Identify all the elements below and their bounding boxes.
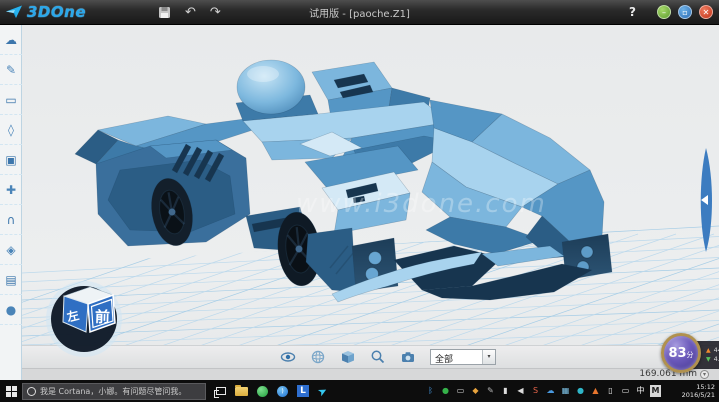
download-arrow-icon: ▼ bbox=[706, 356, 711, 363]
3done-window: 3DOne ↶ ↷ 试用版 - [paoche.Z1] ? – ▫ ✕ ☁ ✎ … bbox=[0, 0, 719, 402]
surface-icon: ◈ bbox=[6, 243, 15, 257]
chevron-down-icon[interactable]: ▾ bbox=[482, 350, 495, 364]
upload-arrow-icon: ▲ bbox=[706, 347, 711, 354]
tray-display-icon[interactable]: ▭ bbox=[455, 385, 466, 397]
measure-toggle-icon[interactable]: ▾ bbox=[700, 370, 709, 379]
cube-icon: ▣ bbox=[5, 153, 16, 167]
upload-speed: 44.0K/s bbox=[714, 347, 719, 354]
performance-score: 83 bbox=[668, 346, 686, 361]
tray-green-ball-icon[interactable]: ● bbox=[440, 385, 451, 397]
zoom-magnifier-icon[interactable] bbox=[370, 349, 386, 365]
tray-battery-icon[interactable]: ▮ bbox=[500, 385, 511, 397]
tool-sidebar: ☁ ✎ ▭ ◊ ▣ ✚ ∩ ◈ ▤ ● bbox=[0, 25, 22, 380]
windows-logo-icon bbox=[6, 386, 17, 397]
start-button[interactable] bbox=[0, 380, 22, 402]
tray-sogou-icon[interactable]: S bbox=[530, 385, 541, 397]
tray-chat-icon[interactable]: ▭ bbox=[620, 385, 631, 397]
3done-app-icon[interactable]: ➤ bbox=[315, 383, 329, 399]
magnet-icon: ∩ bbox=[7, 213, 16, 227]
performance-score-ball[interactable]: 83 分 bbox=[661, 333, 701, 373]
sidebar-item-snap[interactable]: ∩ bbox=[0, 205, 22, 235]
pencil-icon: ✎ bbox=[6, 63, 16, 77]
tray-security-icon[interactable]: ◆ bbox=[470, 385, 481, 397]
nav-cube-front-label[interactable]: 前 bbox=[95, 308, 111, 327]
display-filter-value: 全部 bbox=[431, 350, 482, 364]
help-button[interactable]: ? bbox=[629, 5, 636, 19]
panel-handle[interactable] bbox=[701, 148, 712, 252]
l-app-icon[interactable]: L bbox=[297, 385, 309, 397]
sidebar-item-special-shape[interactable]: ◈ bbox=[0, 235, 22, 265]
window-controls: ? – ▫ ✕ bbox=[629, 5, 713, 19]
windows-taskbar: 我是 Cortana，小娜。有问题尽管问我。 ) L ➤ ᛒ ● ▭ ◆ ✎ ▮… bbox=[0, 380, 719, 402]
cortana-icon bbox=[27, 387, 36, 396]
sidebar-item-eraser[interactable]: ◊ bbox=[0, 115, 22, 145]
status-strip bbox=[22, 368, 719, 380]
plane-icon: ▭ bbox=[5, 93, 16, 107]
restore-button[interactable]: ▫ bbox=[678, 5, 692, 19]
close-button[interactable]: ✕ bbox=[699, 5, 713, 19]
tray-volume-icon[interactable]: ◀ bbox=[515, 385, 526, 397]
tray-globe-icon[interactable]: ● bbox=[575, 385, 586, 397]
scene-canvas: www.i3done.com 前 左 bbox=[22, 25, 719, 380]
taskbar-apps: ) L ➤ bbox=[216, 385, 327, 398]
sidebar-item-render[interactable]: ● bbox=[0, 295, 22, 325]
file-explorer-icon[interactable] bbox=[235, 387, 248, 396]
tray-photo-icon[interactable]: ▦ bbox=[560, 385, 571, 397]
cortana-prompt: 我是 Cortana，小娜。有问题尽管问我。 bbox=[40, 386, 186, 397]
tray-pen-icon[interactable]: ✎ bbox=[485, 385, 496, 397]
task-view-icon[interactable] bbox=[216, 387, 226, 395]
cortana-search-box[interactable]: 我是 Cortana，小娜。有问题尽管问我。 bbox=[22, 383, 206, 400]
tray-m-icon[interactable]: M bbox=[650, 385, 661, 397]
view-toolbar: 全部 ▾ bbox=[22, 345, 719, 368]
tray-ime-indicator[interactable]: 中 bbox=[635, 385, 646, 397]
tray-document-icon[interactable]: ▯ bbox=[605, 385, 616, 397]
eraser-icon: ◊ bbox=[8, 123, 14, 137]
front-wheel bbox=[274, 210, 324, 288]
shaded-cube-icon[interactable] bbox=[340, 349, 356, 365]
rear-wheel bbox=[146, 175, 197, 249]
car-model[interactable] bbox=[75, 60, 612, 302]
sphere-icon: ● bbox=[6, 303, 16, 317]
sidebar-item-primitives[interactable]: ▣ bbox=[0, 145, 22, 175]
cloud-icon: ☁ bbox=[5, 33, 17, 47]
window-title: 试用版 - [paoche.Z1] bbox=[0, 5, 719, 20]
display-filter-dropdown[interactable]: 全部 ▾ bbox=[430, 349, 496, 365]
browser-app-icon[interactable] bbox=[257, 386, 268, 397]
download-speed-row: ▼ 4.3K/s bbox=[706, 356, 719, 363]
sidebar-item-cloud-resources[interactable]: ☁ bbox=[0, 25, 22, 55]
taskbar-clock[interactable]: 15:12 2016/5/21 bbox=[667, 383, 715, 399]
sidebar-item-sketch[interactable]: ✎ bbox=[0, 55, 22, 85]
camera-icon[interactable] bbox=[400, 349, 416, 365]
clock-time: 15:12 bbox=[667, 383, 715, 391]
performance-score-unit: 分 bbox=[687, 350, 694, 360]
clock-date: 2016/5/21 bbox=[667, 391, 715, 399]
material-icon: ▤ bbox=[5, 273, 16, 287]
system-tray: ᛒ ● ▭ ◆ ✎ ▮ ◀ S ☁ ▦ ● ▲ ▯ ▭ 中 M bbox=[425, 385, 661, 397]
sidebar-item-transform[interactable]: ✚ bbox=[0, 175, 22, 205]
upload-speed-row: ▲ 44.0K/s bbox=[706, 347, 719, 354]
tray-alert-icon[interactable]: ▲ bbox=[590, 385, 601, 397]
sidebar-item-material[interactable]: ▤ bbox=[0, 265, 22, 295]
watermark-text: www.i3done.com bbox=[296, 189, 547, 219]
tray-cloud-icon[interactable]: ☁ bbox=[545, 385, 556, 397]
wireless-app-icon[interactable]: ) bbox=[277, 386, 288, 397]
nav-cube-left-label[interactable]: 左 bbox=[64, 307, 80, 325]
titlebar: 3DOne ↶ ↷ 试用版 - [paoche.Z1] ? – ▫ ✕ bbox=[0, 0, 719, 25]
viewport-3d[interactable]: 全部 ▾ 169.061 mm ▾ bbox=[22, 25, 719, 380]
move-icon: ✚ bbox=[6, 183, 16, 197]
wireframe-sphere-icon[interactable] bbox=[310, 349, 326, 365]
minimize-button[interactable]: – bbox=[657, 5, 671, 19]
download-speed: 4.3K/s bbox=[714, 356, 719, 363]
tray-bluetooth-icon[interactable]: ᛒ bbox=[425, 385, 436, 397]
sidebar-item-sketch-plane[interactable]: ▭ bbox=[0, 85, 22, 115]
visibility-eye-icon[interactable] bbox=[280, 349, 296, 365]
